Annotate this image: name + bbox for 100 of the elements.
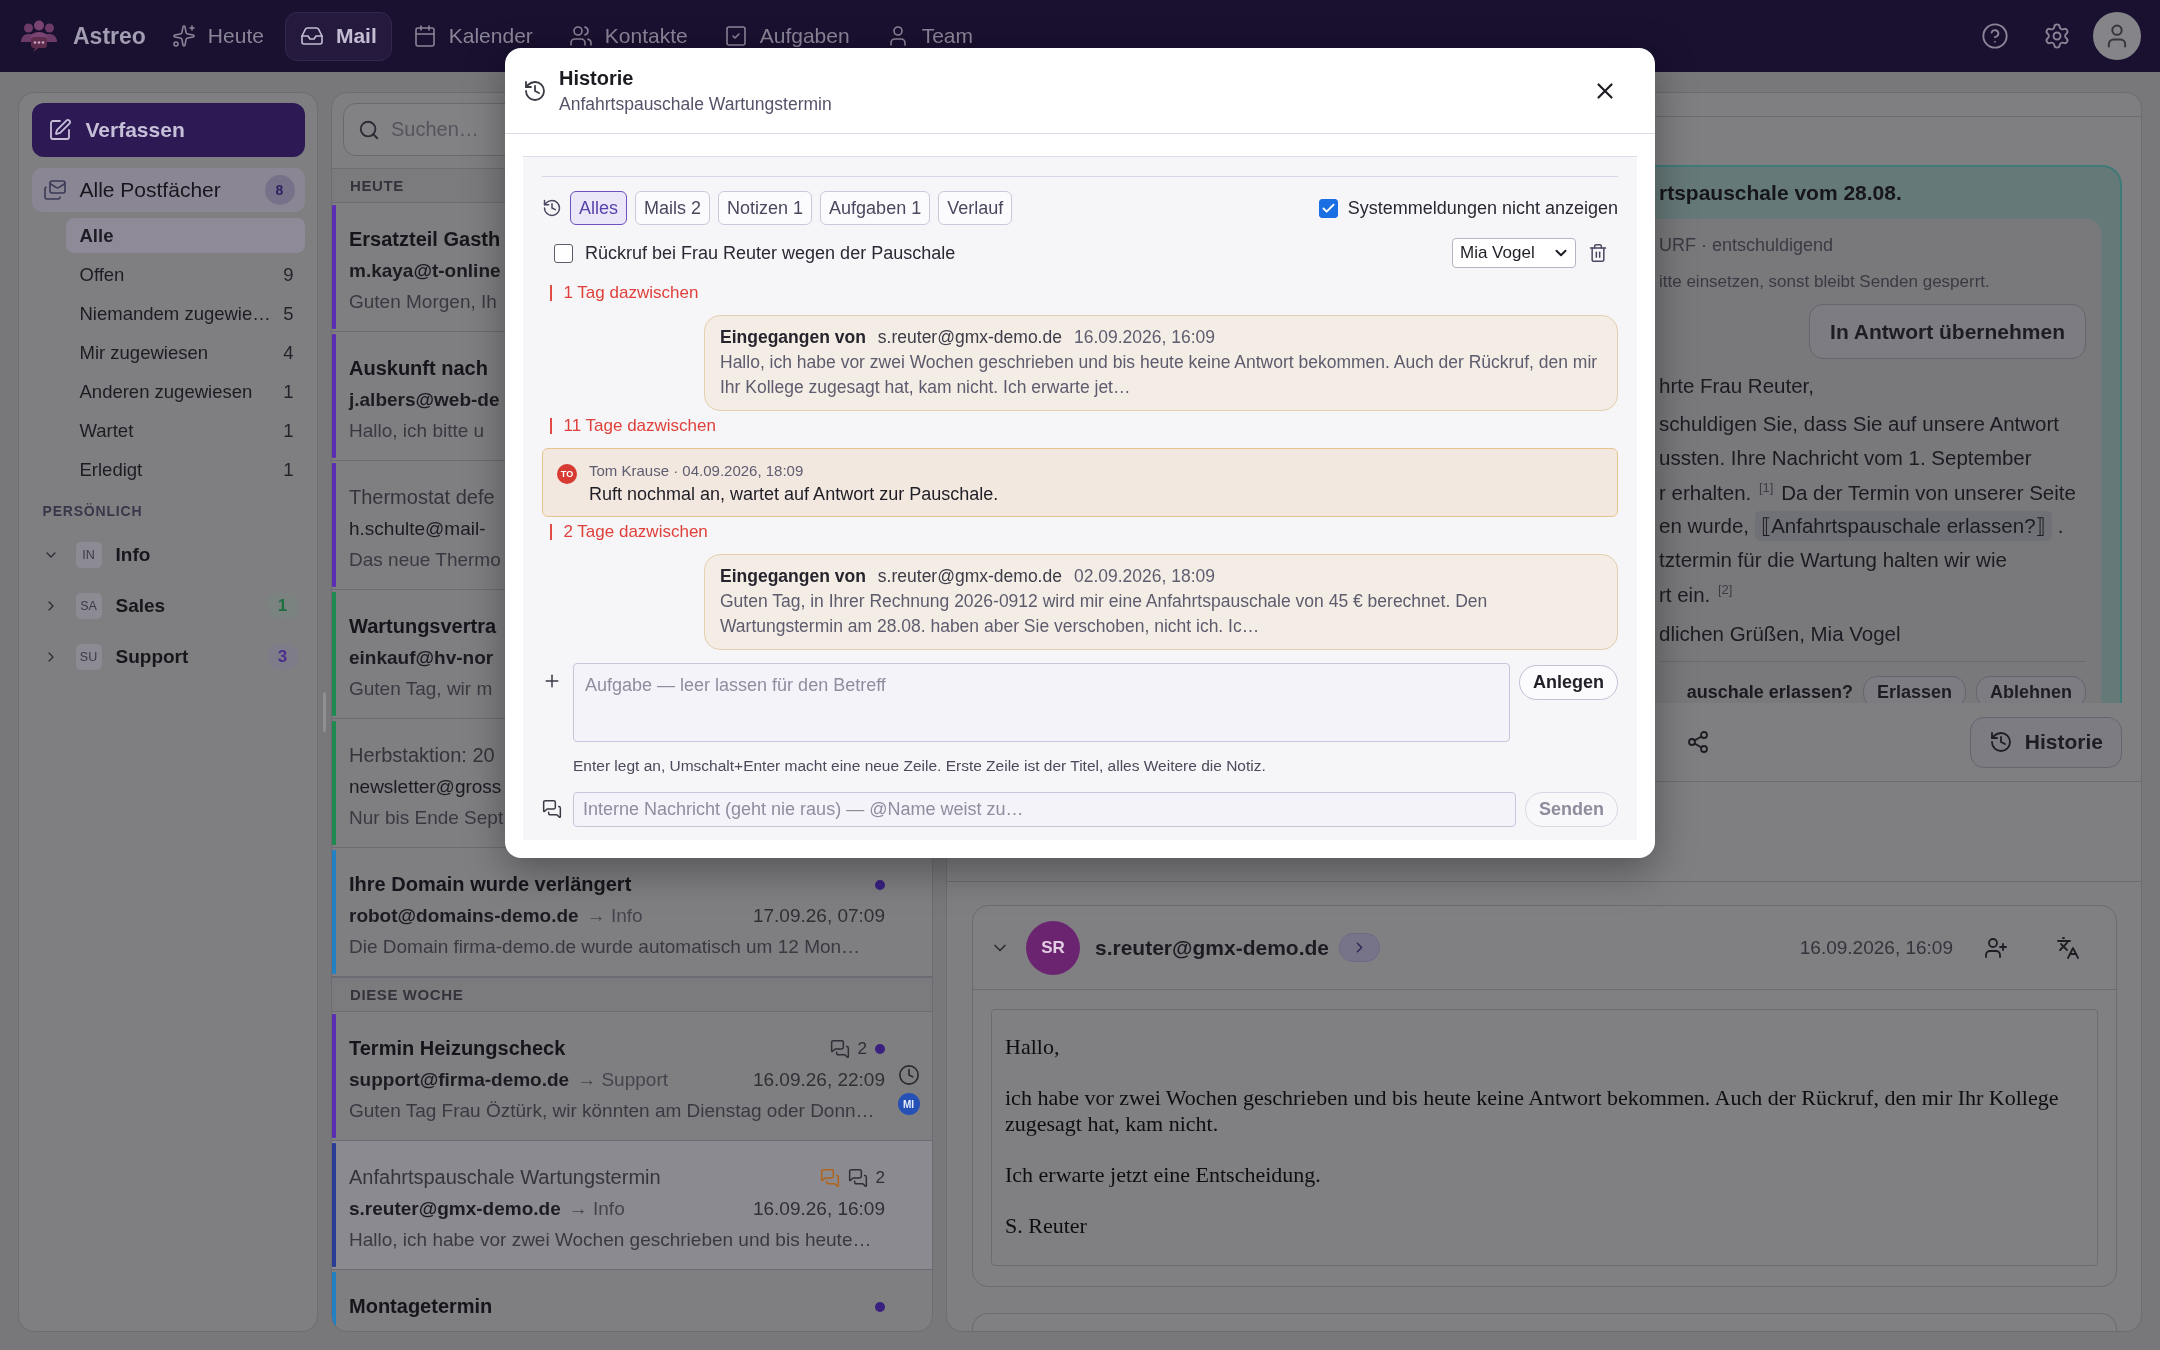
nav-tab[interactable]: Heute [156, 11, 279, 61]
apply-button[interactable]: In Antwort übernehmen [1809, 304, 2086, 359]
mail-sender: support@firma-demo.de [349, 1068, 570, 1091]
nav-tab[interactable]: Team [870, 11, 988, 61]
mail-sender: h.schulte@mail- [349, 517, 486, 540]
suggestion-hint: itte einsetzen, sonst bleibt Senden gesperrt. [1659, 271, 1991, 293]
entry-date: 16.09.2026, 16:09 [1073, 326, 1216, 349]
mailbox-initials: IN [75, 542, 102, 568]
draft-text-line: en wurde, [1659, 514, 1750, 538]
checkbox-label: Systemmeldungen nicht anzeigen [1347, 197, 1618, 219]
mailbox-initials: SA [75, 593, 102, 619]
unread-count: 1 [266, 593, 299, 619]
app-name: Astreo [73, 22, 146, 50]
mail-subject: Anfahrtspauschale Wartungstermin [349, 1166, 661, 1189]
filter-item[interactable]: Mir zugewiesen 4 [65, 335, 305, 370]
group-label: DIESE WOCHE [350, 986, 464, 1003]
mail-sender: s.reuter@gmx-demo.de [349, 1197, 561, 1220]
item-count: 1 [283, 419, 294, 442]
checkbox[interactable] [1318, 198, 1338, 218]
all-mailboxes-item[interactable]: Alle Postfächer 8 [31, 168, 305, 212]
inbox-icon [299, 24, 324, 48]
author-avatar: TO [557, 464, 577, 484]
share-icon[interactable] [1685, 730, 1710, 754]
filter-item[interactable]: Erledigt 1 [65, 452, 305, 487]
task-checkbox[interactable] [554, 243, 573, 263]
mail-sender: m.kaya@t-online [349, 259, 501, 282]
suggestion-meta: URF · entschuldigend [1659, 233, 1835, 257]
mailbox-label: → Info [586, 904, 643, 927]
translate-icon[interactable] [2056, 935, 2080, 960]
thread-count: 2 [857, 1038, 867, 1059]
mail-subject: Herbstaktion: 20 [349, 744, 495, 767]
mail-subject: Ersatzteil Gasth [349, 228, 501, 251]
item-count: 1 [283, 458, 294, 481]
draft-text-line: schuldigen Sie, dass Sie auf unsere Antwort [1659, 411, 2060, 437]
users-icon [568, 24, 593, 48]
task-input[interactable]: Aufgabe — leer lassen für den Betreff [573, 663, 1510, 742]
email-paragraph: Ich erwarte jetzt eine Entscheidung. [1005, 1162, 1322, 1188]
draft-text-line: . [2057, 514, 2064, 538]
mailbox-item[interactable]: SA Sales 1 [31, 583, 305, 629]
draft-text-line: hrte Frau Reuter, [1659, 373, 1815, 399]
action-button[interactable]: Erlassen [1862, 676, 1966, 703]
mail-list-item[interactable]: Anfahrtspauschale Wartungstermin 2 s.reuter@gmx-demo.de → Info 16.09.26, 16:09 Hallo, ich habe vor zwei Wochen geschrieben und bis heute… [332, 1141, 932, 1270]
filter-chip[interactable]: Mails 2 [635, 191, 711, 225]
email-paragraph: S. Reuter [1005, 1213, 1088, 1239]
mail-preview: Nur bis Ende Sept [349, 806, 504, 829]
add-contact-icon[interactable] [1984, 935, 2008, 960]
compose-button[interactable]: Verfassen [31, 103, 305, 157]
mail-sender: einkauf@hv-nor [349, 646, 494, 669]
draft-text-line: r erhalten. $^{[1]}$ Da der Termin von unserer Seite [1659, 478, 2077, 506]
mail-subject: Wartungsvertra [349, 615, 497, 638]
message-input[interactable]: Interne Nachricht (geht nie raus) — @Name weist zu… [573, 792, 1516, 827]
mail-preview: Guten Morgen, Ih [349, 290, 497, 313]
item-count: 4 [283, 341, 294, 364]
chat-icon [829, 1038, 850, 1059]
create-button[interactable]: Anlegen [1519, 665, 1618, 700]
profile-button[interactable] [2093, 12, 2141, 60]
assignee-select[interactable]: Mia Vogel [1452, 238, 1576, 268]
filter-chip[interactable]: Verlauf [938, 191, 1013, 225]
filter-item[interactable]: Niemandem zugewie… 5 [65, 296, 305, 331]
filter-chip[interactable]: Notizen 1 [718, 191, 813, 225]
filter-item[interactable]: Anderen zugewiesen 1 [65, 374, 305, 409]
history-icon [1988, 730, 2013, 754]
input-hint: Enter legt an, Umschalt+Enter macht eine neue Zeile. Erste Zeile ist der Titel, alles Weitere die Notiz. [572, 756, 1267, 776]
mailbox-item[interactable]: IN Info [31, 532, 305, 578]
placeholder-chip[interactable]: ⟦Anfahrtspauschale erlassen?⟧ [1755, 511, 2052, 541]
mailboxes-icon [42, 178, 67, 202]
time-gap-label: 1 Tag dazwischen [563, 283, 699, 303]
entry-label: Eingegangen von [720, 565, 866, 588]
mail-date: 16.09.26, 16:09 [752, 1197, 885, 1220]
mail-list-item[interactable]: Montagetermin [332, 1270, 932, 1331]
history-icon [523, 78, 547, 103]
filter-item[interactable]: Wartet 1 [65, 413, 305, 448]
help-icon[interactable] [1981, 22, 2009, 50]
unread-count: 8 [264, 175, 295, 205]
group-label: HEUTE [350, 177, 404, 194]
nav-tab[interactable]: Aufgaben [708, 11, 865, 61]
draft-text-line: ussten. Ihre Nachricht vom 1. September [1659, 445, 2033, 471]
nav-tab[interactable]: Kontakte [553, 11, 703, 61]
mail-preview: Guten Tag, wir m [349, 677, 493, 700]
history-button[interactable]: Historie [1969, 716, 2122, 768]
question-text: auschale erlassen? [1686, 681, 1853, 703]
entry-text: Hallo, ich habe vor zwei Wochen geschrieben und bis heute keine Antwort bekommen. Auch der Rückruf, den mir Ihr Kollege zugesagt hat, kam nicht. Ich erwarte jet… [720, 351, 1599, 399]
filter-chip[interactable]: Alles [570, 191, 627, 225]
nav-tab[interactable]: Kalender [397, 11, 548, 61]
trash-icon[interactable] [1588, 243, 1608, 263]
entry-sender: s.reuter@gmx-demo.de [877, 565, 1062, 588]
settings-icon[interactable] [2043, 22, 2071, 50]
draft-text-line: dlichen Grüßen, Mia Vogel [1659, 621, 1902, 647]
nav-tab[interactable]: Mail [284, 11, 392, 61]
action-button[interactable]: Ablehnen [1976, 676, 2086, 703]
mail-subject: Thermostat defe [349, 486, 495, 509]
mail-subject: Ihre Domain wurde verlängert [349, 873, 632, 896]
mail-preview: Hallo, ich habe vor zwei Wochen geschrieben und bis heute… [349, 1228, 872, 1251]
filter-chip[interactable]: Aufgaben 1 [820, 191, 931, 225]
suggestion-title: rtspauschale vom 28.08. [1659, 181, 1902, 205]
mailbox-item[interactable]: SU Support 3 [31, 634, 305, 680]
filter-item[interactable]: Offen 9 [65, 257, 305, 292]
filter-item[interactable]: Alle [65, 218, 305, 253]
entry-label: Eingegangen von [720, 326, 866, 349]
mail-preview: Die Domain firma-demo.de wurde automatisch um 12 Mon… [349, 935, 861, 958]
